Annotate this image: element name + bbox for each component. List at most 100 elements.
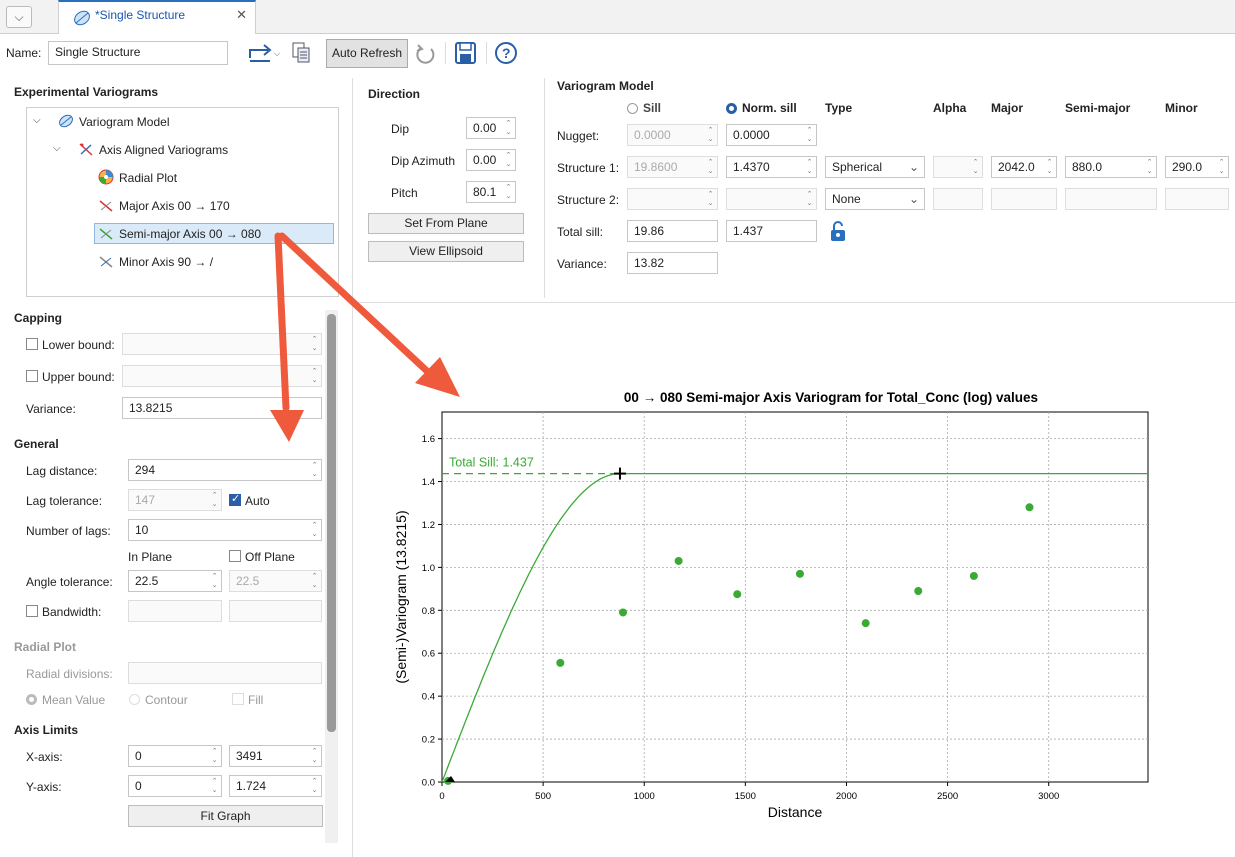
auto-refresh-button[interactable]: Auto Refresh (326, 39, 408, 68)
tab-menu-button[interactable]: ⌵ (6, 6, 32, 28)
name-label: Name: (6, 46, 42, 60)
y-max-input[interactable]: 1.724 ⌃ ⌄ (229, 775, 322, 797)
stepper-icon[interactable]: ⌃ ⌄ (210, 572, 219, 590)
close-icon[interactable]: ✕ (236, 7, 247, 23)
total-norm-sill-value: 1.437 (726, 220, 817, 242)
y-max-value: 1.724 (236, 779, 267, 793)
scrollbar-thumb[interactable] (327, 314, 336, 732)
plot-area (441, 411, 1149, 783)
pitch-label: Pitch (391, 186, 418, 200)
unlock-icon[interactable] (829, 221, 847, 243)
norm-sill-radio[interactable] (726, 103, 737, 114)
dip-value: 0.00 (473, 121, 497, 135)
sill-radio[interactable] (627, 103, 638, 114)
stepper-icon[interactable]: ⌃ ⌄ (1217, 158, 1226, 176)
lag-distance-input[interactable]: 294 ⌃ ⌄ (128, 459, 322, 481)
nugget-norm-input[interactable]: 0.0000 ⌃ ⌄ (726, 124, 817, 146)
fit-graph-button[interactable]: Fit Graph (128, 805, 323, 827)
variogram-point (556, 658, 565, 667)
radial-divisions-input (128, 662, 322, 684)
nugget-label: Nugget: (557, 129, 600, 143)
s1-major-input[interactable]: 2042.0 ⌃ ⌄ (991, 156, 1057, 178)
angle-tolerance-value: 22.5 (135, 574, 159, 588)
upper-bound-checkbox[interactable] (26, 370, 38, 382)
x-tick-label: 500 (535, 791, 551, 802)
number-of-lags-input[interactable]: 10 ⌃ ⌄ (128, 519, 322, 541)
dip-azimuth-input[interactable]: 0.00 ⌃ ⌄ (466, 149, 516, 171)
set-from-plane-button[interactable]: Set From Plane (368, 213, 524, 234)
s1-minor-input[interactable]: 290.0 ⌃ ⌄ (1165, 156, 1229, 178)
dip-input[interactable]: 0.00 ⌃ ⌄ (466, 117, 516, 139)
stepper-icon: ⌃ ⌄ (972, 159, 979, 175)
y-tick-label: 0.8 (422, 606, 435, 617)
upper-bound-input: ⌃ ⌄ (122, 365, 322, 387)
tree-item-axis-aligned[interactable]: Axis Aligned Variograms (99, 143, 228, 157)
tree-item-minor-axis[interactable]: Minor Axis 90 → / (119, 255, 213, 269)
copy-icon[interactable] (290, 41, 314, 65)
stepper-icon: ⌃ ⌄ (707, 127, 714, 143)
stepper-icon[interactable]: ⌃ ⌄ (310, 461, 319, 479)
stepper-icon[interactable]: ⌃ ⌄ (504, 151, 513, 169)
help-icon[interactable]: ? (494, 41, 518, 65)
stepper-icon[interactable]: ⌃ ⌄ (805, 158, 814, 176)
lower-bound-checkbox[interactable] (26, 338, 38, 350)
s1-type-select[interactable]: Spherical ⌄ (825, 156, 925, 178)
stepper-icon[interactable]: ⌃ ⌄ (310, 747, 319, 765)
stepper-icon[interactable]: ⌃ ⌄ (210, 777, 219, 795)
x-max-input[interactable]: 3491 ⌃ ⌄ (229, 745, 322, 767)
stepper-icon[interactable]: ⌃ ⌄ (504, 183, 513, 201)
name-input[interactable]: Single Structure (48, 41, 228, 65)
refresh-icon[interactable] (414, 42, 438, 66)
stepper-icon: ⌃ ⌄ (311, 336, 318, 352)
pitch-input[interactable]: 80.1 ⌃ ⌄ (466, 181, 516, 203)
view-ellipsoid-button[interactable]: View Ellipsoid (368, 241, 524, 262)
variogram-point (914, 586, 923, 595)
s2-major-input (991, 188, 1057, 210)
export-icon[interactable]: ⌵ (246, 40, 282, 66)
off-plane-checkbox[interactable] (229, 550, 241, 562)
y-tick-label: 0.6 (422, 649, 435, 660)
sill-radio-label: Sill (643, 101, 662, 115)
variance-label: Variance: (557, 257, 607, 271)
radial-divisions-label: Radial divisions: (26, 667, 113, 681)
s1-norm-value: 1.4370 (733, 160, 770, 174)
s2-type-select[interactable]: None ⌄ (825, 188, 925, 210)
stepper-icon[interactable]: ⌃ ⌄ (504, 119, 513, 137)
tree-item-radial-plot[interactable]: Radial Plot (119, 171, 177, 185)
tree-item-major-axis[interactable]: Major Axis 00 → 170 (119, 199, 230, 213)
stepper-icon[interactable]: ⌃ ⌄ (310, 777, 319, 795)
semi-major-header: Semi-major (1065, 101, 1131, 115)
tree-item-semi-major-axis[interactable]: Semi-major Axis 00 → 080 (119, 227, 261, 241)
angle-tolerance-input[interactable]: 22.5 ⌃ ⌄ (128, 570, 222, 592)
stepper-icon[interactable]: ⌃ ⌄ (310, 521, 319, 539)
s1-semi-major-input[interactable]: 880.0 ⌃ ⌄ (1065, 156, 1157, 178)
major-axis-icon (99, 200, 113, 212)
alpha-header: Alpha (933, 101, 967, 115)
section-divider (544, 78, 545, 298)
tree-item-variogram-model[interactable]: Variogram Model (79, 115, 169, 129)
variogram-chart[interactable]: 00 → 080 Semi-major Axis Variogram for T… (354, 303, 1235, 857)
stepper-icon: ⌃ ⌄ (311, 368, 318, 384)
toolbar-divider-2 (486, 42, 487, 64)
y-min-input[interactable]: 0 ⌃ ⌄ (128, 775, 222, 797)
collapse-icon-2[interactable]: ⌵ (53, 143, 61, 154)
variogram-point (733, 590, 742, 599)
s1-type-value: Spherical (832, 160, 883, 174)
save-icon[interactable] (454, 41, 478, 65)
tab-single-structure[interactable]: *Single Structure ✕ (58, 0, 256, 34)
stepper-icon[interactable]: ⌃ ⌄ (1045, 158, 1054, 176)
lower-bound-input: ⌃ ⌄ (122, 333, 322, 355)
chevron-down-icon: ⌄ (908, 160, 919, 174)
in-plane-label: In Plane (128, 550, 173, 564)
stepper-icon[interactable]: ⌃ ⌄ (805, 126, 814, 144)
y-axis-title: (Semi-)Variogram (13.8215) (393, 510, 409, 683)
number-of-lags-value: 10 (135, 523, 149, 537)
s1-norm-input[interactable]: 1.4370 ⌃ ⌄ (726, 156, 817, 178)
stepper-icon[interactable]: ⌃ ⌄ (210, 747, 219, 765)
auto-checkbox[interactable]: ✓ (229, 493, 241, 506)
stepper-icon[interactable]: ⌃ ⌄ (1145, 158, 1154, 176)
x-min-input[interactable]: 0 ⌃ ⌄ (128, 745, 222, 767)
y-tick-label: 1.2 (422, 520, 435, 531)
bandwidth-checkbox[interactable] (26, 605, 38, 617)
collapse-icon[interactable]: ⌵ (33, 115, 41, 126)
